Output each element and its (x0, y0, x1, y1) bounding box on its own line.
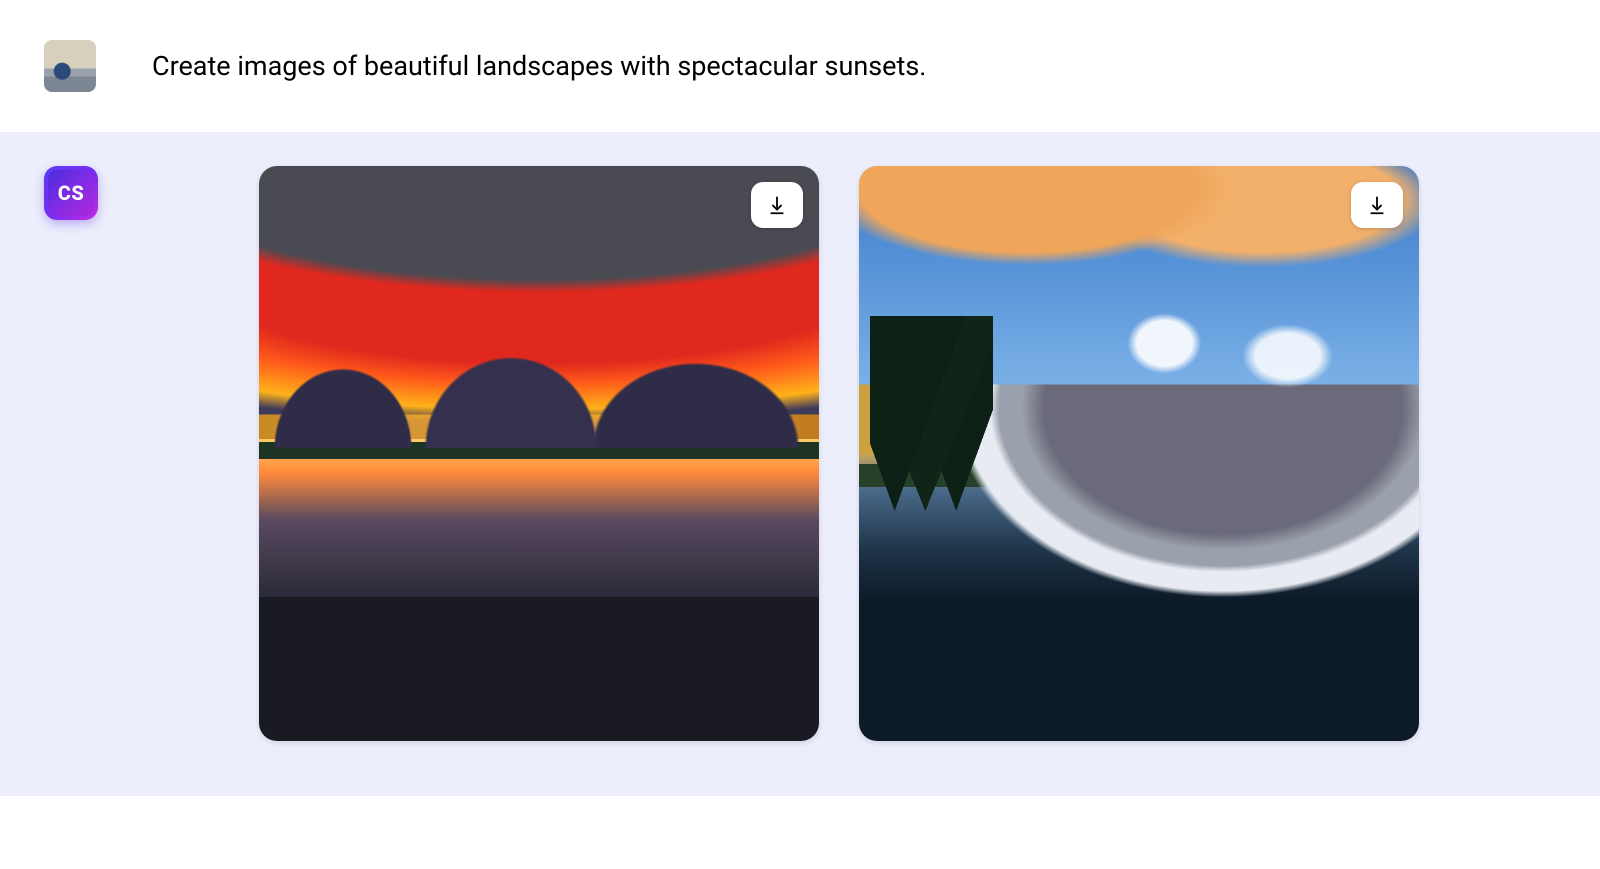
assistant-badge-text: CS (58, 181, 85, 205)
assistant-message-row: CS (0, 132, 1600, 796)
user-avatar (44, 40, 96, 92)
assistant-avatar: CS (44, 166, 98, 220)
generated-image-card[interactable] (259, 166, 819, 741)
generated-images-container (154, 166, 1419, 741)
download-icon (766, 194, 788, 216)
user-prompt-text: Create images of beautiful landscapes wi… (152, 50, 926, 82)
download-button[interactable] (1351, 182, 1403, 228)
generated-image-card[interactable] (859, 166, 1419, 741)
download-icon (1366, 194, 1388, 216)
user-message-row: Create images of beautiful landscapes wi… (0, 0, 1600, 132)
download-button[interactable] (751, 182, 803, 228)
